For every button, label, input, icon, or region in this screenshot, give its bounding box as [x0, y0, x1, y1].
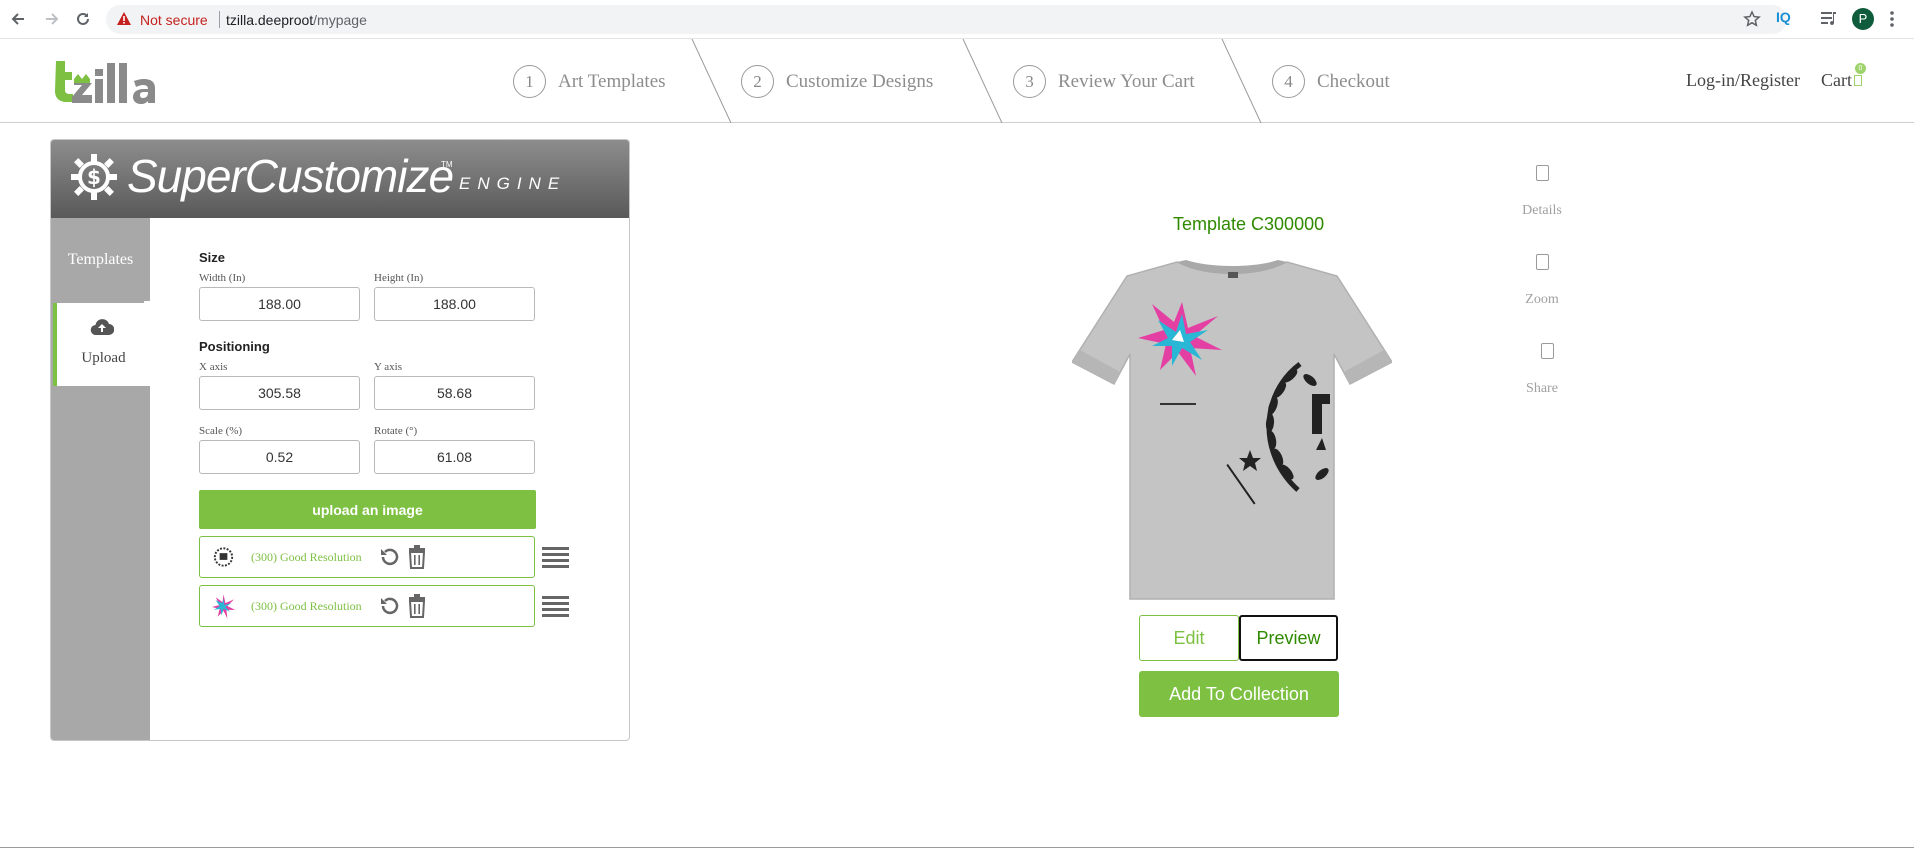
zoom-tool[interactable]: Zoom: [1502, 254, 1582, 308]
share-tool[interactable]: Share: [1502, 343, 1582, 397]
trash-icon[interactable]: [407, 594, 427, 618]
reload-icon[interactable]: [73, 9, 93, 29]
size-section-title: Size: [199, 250, 226, 265]
add-to-collection-button[interactable]: Add To Collection: [1139, 671, 1339, 717]
x-axis-label: X axis: [199, 361, 228, 373]
tab-upload[interactable]: Upload: [53, 303, 150, 386]
url-text: tzilla.deeproot/mypage: [226, 12, 367, 28]
tab-upload-label: Upload: [81, 350, 126, 366]
scale-input[interactable]: [199, 440, 360, 474]
step-dividers: [691, 39, 1262, 123]
upload-image-button[interactable]: upload an image: [199, 490, 536, 529]
layer-item[interactable]: (300) Good Resolution: [199, 585, 535, 627]
step-art-templates[interactable]: 1 Art Templates: [513, 65, 666, 98]
engine-title: SuperCustomize: [127, 150, 454, 202]
trash-icon[interactable]: [407, 545, 427, 569]
step-label: Review Your Cart: [1058, 70, 1195, 92]
more-menu-icon[interactable]: [1889, 10, 1895, 33]
url-path: /mypage: [313, 12, 367, 28]
step-label: Customize Designs: [786, 70, 934, 92]
trademark-mark: TM: [441, 160, 453, 169]
positioning-section-title: Positioning: [199, 339, 270, 354]
undo-icon[interactable]: [378, 546, 400, 568]
star-burst-thumbnail: [211, 594, 236, 619]
footer-divider: [0, 847, 1914, 848]
y-axis-label: Y axis: [374, 361, 403, 373]
rotate-label: Rotate (°): [374, 425, 418, 437]
svg-text:$: $: [87, 165, 101, 189]
tab-templates[interactable]: Templates: [51, 218, 150, 301]
engine-subtitle: ENGINE: [459, 174, 567, 193]
step-number: 3: [1013, 65, 1046, 98]
engine-banner: $ SuperCustomize TM ENGINE: [51, 140, 629, 218]
details-label: Details: [1522, 203, 1562, 218]
iq-extension-icon[interactable]: IQ: [1776, 9, 1791, 25]
drag-handle-icon[interactable]: [542, 546, 569, 568]
step-number: 4: [1272, 65, 1305, 98]
layer-resolution: (300) Good Resolution: [251, 550, 362, 564]
step-number: 1: [513, 65, 546, 98]
height-label: Height (In): [374, 272, 424, 284]
y-axis-input[interactable]: [374, 376, 535, 410]
step-customize-designs[interactable]: 2 Customize Designs: [741, 65, 933, 98]
zoom-label: Zoom: [1525, 292, 1559, 307]
width-label: Width (In): [199, 272, 246, 284]
browser-toolbar: Not secure tzilla.deeproot/mypage IQ P: [0, 0, 1914, 39]
preview-button[interactable]: Preview: [1239, 615, 1338, 661]
bookmark-star-icon[interactable]: [1743, 10, 1761, 33]
forward-icon[interactable]: [42, 9, 62, 29]
x-axis-input[interactable]: [199, 376, 360, 410]
drag-handle-icon[interactable]: [542, 595, 569, 617]
profile-avatar[interactable]: P: [1852, 8, 1874, 30]
sidebar-strip: [144, 386, 150, 740]
cart-icon[interactable]: [1854, 75, 1862, 86]
cart-count-badge: 0: [1855, 63, 1866, 74]
wreath-logo-thumbnail: [213, 547, 234, 567]
details-tool[interactable]: Details: [1502, 165, 1582, 219]
back-icon[interactable]: [8, 9, 28, 29]
share-label: Share: [1526, 381, 1558, 396]
tshirt-preview-image: [1072, 260, 1392, 600]
url-host: tzilla.deeproot: [226, 12, 314, 28]
step-label: Checkout: [1317, 70, 1390, 92]
login-register-link[interactable]: Log-in/Register: [1686, 70, 1800, 91]
customize-engine-panel: $ SuperCustomize TM ENGINE Templates Upl…: [50, 139, 630, 741]
rotate-input[interactable]: [374, 440, 535, 474]
divider: [219, 11, 220, 28]
step-review-cart[interactable]: 3 Review Your Cart: [1013, 65, 1195, 98]
zoom-icon: [1535, 254, 1549, 270]
media-control-icon[interactable]: [1820, 10, 1838, 31]
security-status: Not secure: [140, 12, 208, 28]
share-icon: [1541, 343, 1554, 359]
layer-item[interactable]: (300) Good Resolution: [199, 536, 535, 578]
width-input[interactable]: [199, 287, 360, 321]
undo-icon[interactable]: [378, 595, 400, 617]
layer-resolution: (300) Good Resolution: [251, 599, 362, 613]
template-title: Template C300000: [1173, 214, 1325, 234]
step-checkout[interactable]: 4 Checkout: [1272, 65, 1390, 98]
engine-sidebar: Templates Upload: [51, 218, 150, 740]
warning-icon[interactable]: [116, 11, 132, 32]
edit-button[interactable]: Edit: [1139, 615, 1239, 661]
site-header: tzilla 1 Art Templates 2 Customize Desig…: [0, 39, 1914, 123]
cloud-upload-icon: [90, 319, 114, 336]
height-input[interactable]: [374, 287, 535, 321]
step-number: 2: [741, 65, 774, 98]
details-icon: [1535, 165, 1549, 181]
dollar-gear-icon: $: [71, 154, 117, 200]
scale-label: Scale (%): [199, 425, 243, 437]
step-label: Art Templates: [558, 70, 666, 92]
cart-link[interactable]: Cart: [1821, 70, 1852, 91]
address-bar[interactable]: Not secure tzilla.deeproot/mypage: [106, 5, 1787, 34]
